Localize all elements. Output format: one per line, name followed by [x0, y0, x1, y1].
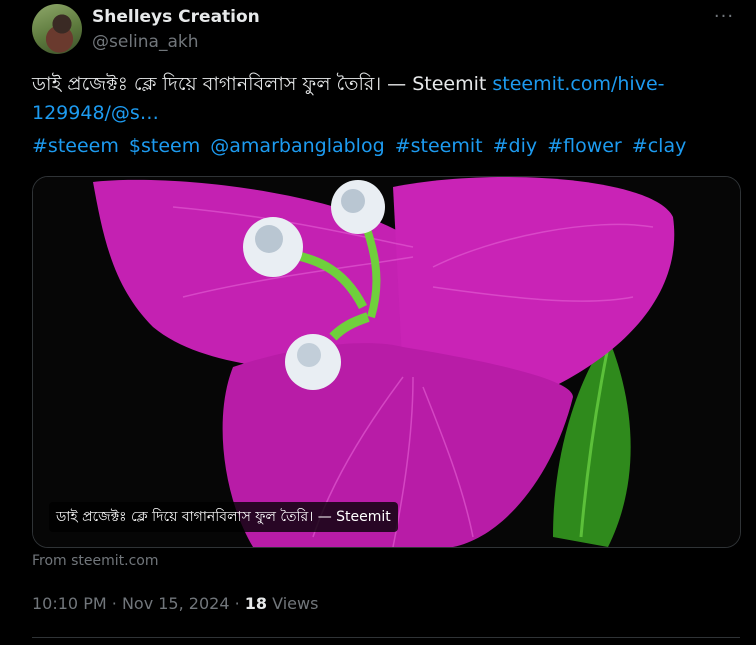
card-caption: ডাই প্রজেক্টঃ ক্লে দিয়ে বাগানবিলাস ফুল …	[49, 502, 398, 532]
meta-separator: ·	[234, 594, 240, 613]
hashtag[interactable]: #steeem	[32, 135, 119, 157]
mention[interactable]: @amarbanglablog	[210, 135, 384, 157]
tweet-time[interactable]: 10:10 PM	[32, 594, 107, 613]
divider	[32, 637, 740, 638]
avatar[interactable]	[32, 4, 82, 54]
views-count: 18	[244, 594, 268, 613]
hashtag[interactable]: #flower	[547, 135, 622, 157]
tweet-body: ডাই প্রজেক্টঃ ক্লে দিয়ে বাগানবিলাস ফুল …	[32, 73, 493, 95]
card-source[interactable]: From steemit.com	[32, 553, 159, 569]
hashtag[interactable]: #steemit	[395, 135, 483, 157]
more-horizontal-icon[interactable]: ···	[712, 6, 736, 30]
hashtag[interactable]: #clay	[632, 135, 687, 157]
link-card[interactable]: ডাই প্রজেক্টঃ ক্লে দিয়ে বাগানবিলাস ফুল …	[32, 176, 741, 548]
author-name[interactable]: Shelleys Creation	[92, 7, 260, 27]
tweet-meta: 10:10 PM · Nov 15, 2024 · 18 Views	[32, 594, 318, 613]
tweet-text: ডাই প্রজেক্টঃ ক্লে দিয়ে বাগানবিলাস ফুল …	[32, 70, 748, 128]
hashtag[interactable]: #diy	[493, 135, 538, 157]
hashtag-list: #steeem $steem @amarbanglablog #steemit …	[32, 132, 690, 161]
cashtag[interactable]: $steem	[129, 135, 200, 157]
views-label: Views	[272, 594, 319, 613]
tweet-header: Shelleys Creation @selina_akh ···	[32, 2, 740, 58]
tweet-date[interactable]: Nov 15, 2024	[122, 594, 230, 613]
author-handle[interactable]: @selina_akh	[92, 32, 199, 52]
meta-separator: ·	[111, 594, 117, 613]
card-image	[33, 177, 740, 547]
